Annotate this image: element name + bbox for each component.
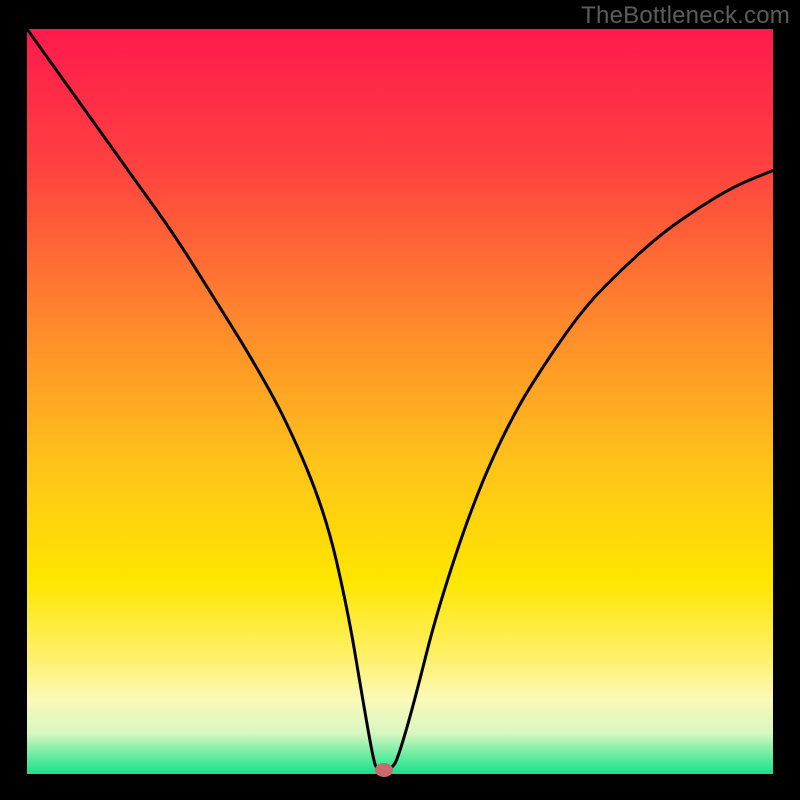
chart-svg — [0, 0, 800, 800]
chart-frame: TheBottleneck.com — [0, 0, 800, 800]
watermark-text: TheBottleneck.com — [581, 2, 790, 30]
optimal-point-marker — [375, 763, 393, 777]
plot-background — [27, 29, 773, 774]
